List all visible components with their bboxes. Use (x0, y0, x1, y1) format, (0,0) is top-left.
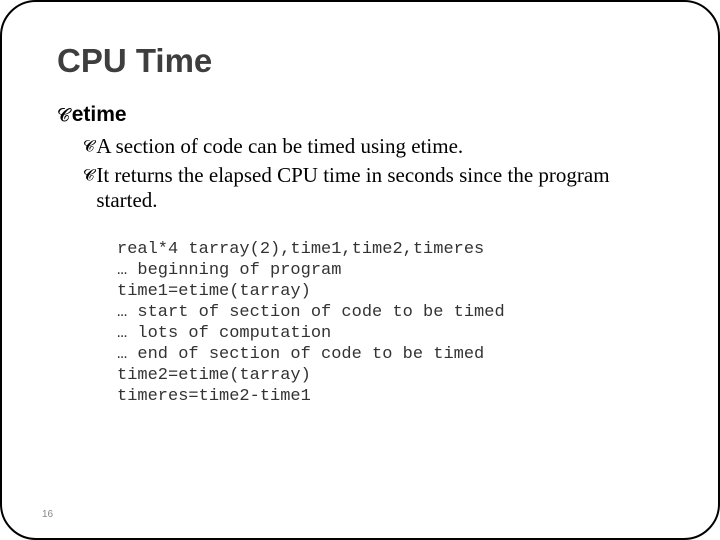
bullet-level1-text: etime (72, 102, 127, 128)
bullet-level2-text: A section of code can be timed using eti… (96, 134, 463, 159)
script-bullet-icon: 𝓒 (57, 102, 70, 128)
bullet-level2: 𝓒 It returns the elapsed CPU time in sec… (83, 163, 663, 213)
slide-frame: CPU Time 𝓒 etime 𝓒 A section of code can… (0, 0, 720, 540)
code-line: … start of section of code to be timed (117, 303, 505, 322)
code-line: real*4 tarray(2),time1,time2,timeres (117, 240, 484, 259)
page-number: 16 (42, 509, 53, 520)
code-line: … beginning of program (117, 261, 341, 280)
script-bullet-icon: 𝓒 (83, 163, 94, 188)
bullet-level1: 𝓒 etime (57, 102, 663, 128)
code-line: … end of section of code to be timed (117, 345, 484, 364)
code-line: time1=etime(tarray) (117, 282, 311, 301)
code-line: time2=etime(tarray) (117, 366, 311, 385)
code-line: … lots of computation (117, 324, 331, 343)
code-line: timeres=time2-time1 (117, 387, 311, 406)
code-block: real*4 tarray(2),time1,time2,timeres … b… (117, 239, 663, 407)
script-bullet-icon: 𝓒 (83, 134, 94, 159)
slide-title: CPU Time (57, 42, 663, 80)
bullet-level2: 𝓒 A section of code can be timed using e… (83, 134, 663, 159)
bullet-level2-text: It returns the elapsed CPU time in secon… (96, 163, 663, 213)
